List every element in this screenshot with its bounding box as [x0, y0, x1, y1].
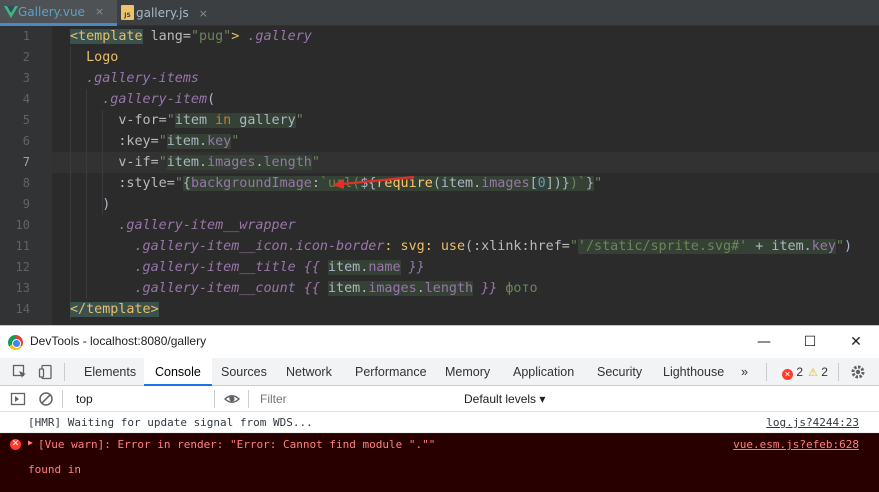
code-line: .gallery-items	[86, 71, 199, 86]
default-levels-dropdown[interactable]: Default levels ▾	[464, 390, 545, 408]
tab-security[interactable]: Security	[586, 358, 653, 386]
message-detail: found in	[28, 463, 81, 476]
code-line: v-for="item in gallery"	[118, 113, 304, 128]
tab-application[interactable]: Application	[502, 358, 585, 386]
source-link[interactable]: log.js?4244:23	[766, 416, 859, 429]
devtools-titlebar: DevTools - localhost:8080/gallery — ☐ ✕	[0, 326, 879, 358]
error-count: 2	[796, 365, 804, 379]
tab-memory[interactable]: Memory	[434, 358, 501, 386]
code-editor: Gallery.vue × JS gallery.js × 1 2 3 4 5 …	[0, 0, 879, 325]
error-icon: ✕	[10, 439, 21, 450]
close-icon[interactable]: ×	[199, 7, 208, 20]
tab-sources[interactable]: Sources	[210, 358, 278, 386]
close-button[interactable]: ✕	[833, 326, 879, 358]
sidebar-toggle-icon[interactable]	[10, 391, 26, 407]
chrome-icon	[8, 335, 23, 350]
console-message-error: ✕ ▶ [Vue warn]: Error in render: "Error:…	[0, 433, 879, 492]
tab-network[interactable]: Network	[275, 358, 343, 386]
devtools-panel-tabs: Elements Console Sources Network Perform…	[0, 358, 879, 386]
tab-elements[interactable]: Elements	[73, 358, 147, 386]
close-icon[interactable]: ×	[95, 5, 104, 18]
code-line: :key="item.key"	[118, 134, 240, 149]
message-text: [Vue warn]: Error in render: "Error: Can…	[38, 438, 436, 451]
context-value: top	[76, 392, 93, 406]
tab-label: gallery.js	[136, 6, 189, 20]
console-filter-input[interactable]	[254, 390, 450, 408]
tab-performance[interactable]: Performance	[344, 358, 438, 386]
editor-tab-bar: Gallery.vue × JS gallery.js ×	[0, 0, 879, 26]
settings-gear-icon[interactable]	[850, 364, 866, 380]
tab-lighthouse[interactable]: Lighthouse	[652, 358, 735, 386]
clear-console-icon[interactable]	[38, 391, 54, 407]
console-filter-bar: top ▼ Default levels ▾	[0, 386, 879, 412]
code-area[interactable]: <template lang="pug"> .gallery Logo .gal…	[0, 26, 879, 325]
code-line: .gallery-item__title {{ item.name }}	[134, 260, 425, 275]
code-line: .gallery-item__count {{ item.images.leng…	[134, 281, 538, 296]
code-line: <template lang="pug"> .gallery	[70, 29, 312, 44]
code-line: )	[70, 197, 111, 212]
message-text: [HMR] Waiting for update signal from WDS…	[28, 416, 313, 429]
source-link[interactable]: vue.esm.js?efeb:628	[733, 438, 859, 451]
error-icon: ✕	[782, 369, 793, 380]
code-line: .gallery-item__wrapper	[118, 218, 296, 233]
code-line: .gallery-item__icon.icon-border: svg: us…	[134, 239, 853, 254]
warning-icon: ⚠	[808, 367, 818, 379]
js-icon: JS	[121, 5, 134, 20]
console-message-info: [HMR] Waiting for update signal from WDS…	[0, 412, 879, 433]
more-panels-button[interactable]: »	[730, 358, 759, 386]
warning-count: 2	[821, 365, 828, 379]
annotation-arrow-icon	[332, 175, 415, 189]
tab-gallery-js[interactable]: JS gallery.js ×	[118, 0, 222, 26]
warning-count-badge[interactable]: ⚠ 2	[808, 365, 828, 379]
window-title: DevTools - localhost:8080/gallery	[30, 334, 207, 348]
code-line: v-if="item.images.length"	[118, 155, 320, 170]
live-expression-eye-icon[interactable]	[224, 391, 240, 407]
code-line: </template>	[70, 302, 159, 317]
tab-console[interactable]: Console	[144, 358, 212, 386]
maximize-button[interactable]: ☐	[787, 326, 833, 358]
expand-triangle-icon[interactable]: ▶	[28, 438, 33, 447]
inspect-element-icon[interactable]	[12, 364, 28, 380]
tab-label: Gallery.vue	[18, 4, 85, 19]
code-line: Logo	[86, 50, 119, 65]
tab-gallery-vue[interactable]: Gallery.vue ×	[0, 0, 117, 26]
error-count-badge[interactable]: ✕ 2	[782, 365, 804, 380]
devtools-window: DevTools - localhost:8080/gallery — ☐ ✕ …	[0, 325, 879, 492]
device-toolbar-icon[interactable]	[38, 364, 54, 380]
vue-icon	[4, 6, 18, 18]
minimize-button[interactable]: —	[741, 326, 787, 358]
code-line: .gallery-item(	[102, 92, 216, 107]
